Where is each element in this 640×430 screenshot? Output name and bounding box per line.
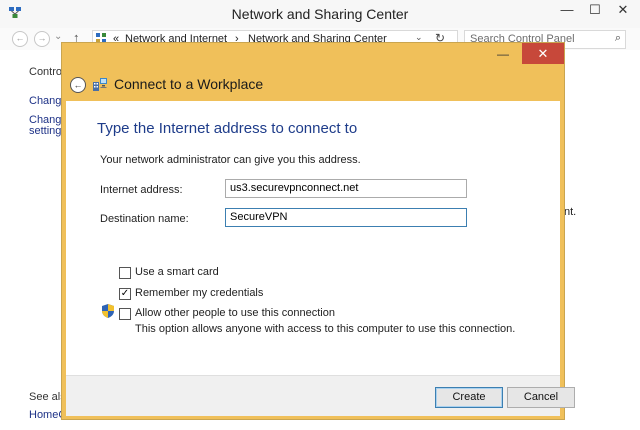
dialog-footer: Create Cancel [66,375,575,416]
page-heading: Type the Internet address to connect to [97,120,358,137]
destination-name-label: Destination name: [100,213,189,225]
cancel-button[interactable]: Cancel [507,387,575,408]
connect-workplace-dialog: — ✕ ← Connect to a Workplace Type the In… [61,42,575,420]
search-icon[interactable]: ⌕ [615,32,621,45]
allow-others-checkbox[interactable] [119,308,131,320]
back-button[interactable]: ← [12,31,28,47]
sidebar-control-panel-home[interactable]: Control [29,66,64,78]
uac-shield-icon [102,304,114,318]
dialog-header: ← Connect to a Workplace [62,69,564,101]
remember-credentials-checkbox[interactable]: ✓ [119,288,131,300]
create-button[interactable]: Create [435,387,503,408]
dialog-content: Type the Internet address to connect to … [66,101,560,375]
minimize-button[interactable]: — [552,0,582,22]
dialog-title: Connect to a Workplace [114,76,264,92]
allow-others-description: This option allows anyone with access to… [135,323,516,335]
dialog-close-button[interactable]: ✕ [522,43,564,64]
remember-credentials-label[interactable]: Remember my credentials [135,287,263,299]
dialog-back-button[interactable]: ← [70,77,86,93]
dialog-titlebar: — ✕ [62,43,564,69]
internet-address-field[interactable]: us3.securevpnconnect.net [225,179,467,198]
background-text-fragment: nt. [564,206,577,218]
destination-name-field[interactable]: SecureVPN [225,208,467,227]
instruction-text: Your network administrator can give you … [100,154,361,166]
workplace-icon [93,78,107,91]
allow-others-label[interactable]: Allow other people to use this connectio… [135,307,335,319]
internet-address-label: Internet address: [100,184,183,196]
window-title: Network and Sharing Center [231,6,409,22]
recent-locations-button[interactable]: ⌄ [54,31,62,42]
forward-button[interactable]: → [34,31,50,47]
close-button[interactable]: ✕ [606,0,640,22]
window-titlebar: Network and Sharing Center — ☐ ✕ [0,0,640,28]
dialog-minimize-button[interactable]: — [490,47,516,63]
smart-card-label[interactable]: Use a smart card [135,266,219,278]
smart-card-checkbox[interactable] [119,267,131,279]
